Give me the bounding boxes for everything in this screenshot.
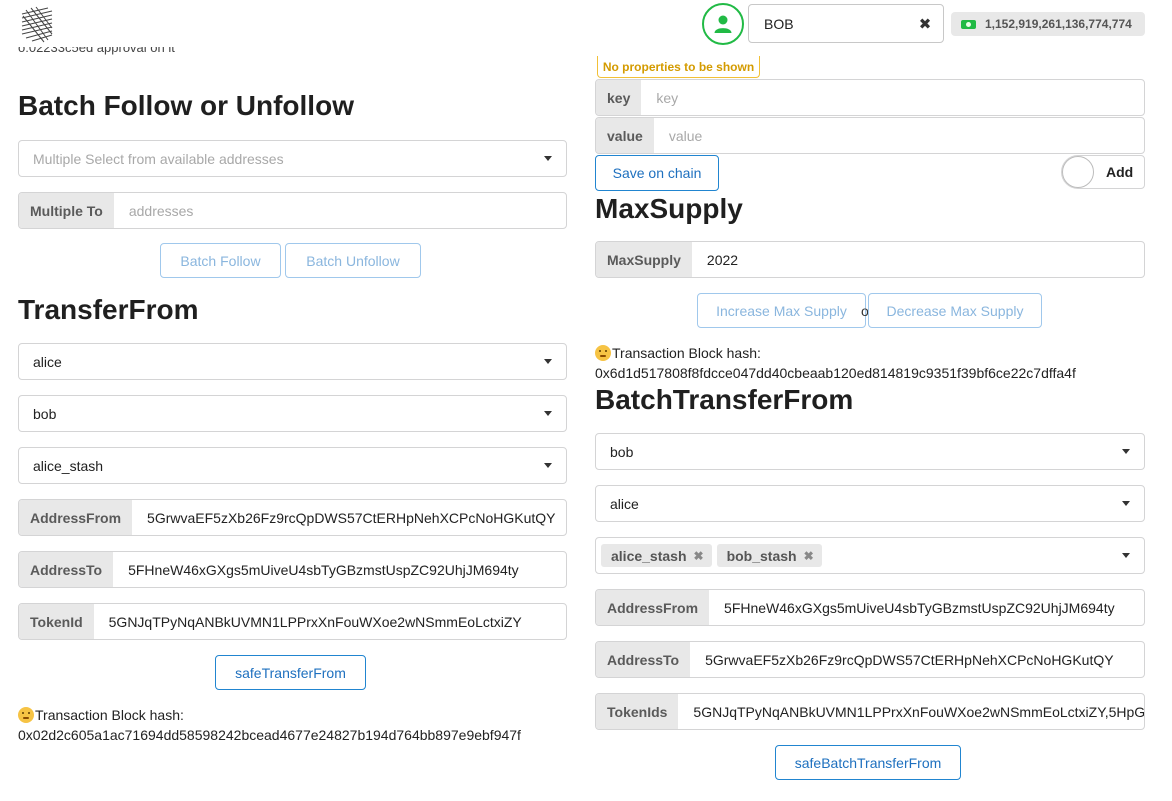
max-supply-hash-label: Transaction Block hash: <box>595 343 1155 363</box>
chevron-down-icon <box>1122 553 1130 558</box>
decrease-max-supply-button[interactable]: Decrease Max Supply <box>868 293 1042 328</box>
address-to-label: AddressTo <box>19 552 114 587</box>
select-value: alice <box>33 353 62 370</box>
wink-emoji-icon <box>18 707 34 723</box>
address-from-label: AddressFrom <box>19 500 133 535</box>
address-from-field: AddressFrom 5GrwvaEF5zXb26Fz9rcQpDWS57Ct… <box>18 499 567 536</box>
save-on-chain-button[interactable]: Save on chain <box>595 155 719 191</box>
multiple-to-input[interactable]: addresses <box>114 193 566 228</box>
logo-icon <box>21 6 53 43</box>
chevron-down-icon <box>544 156 552 161</box>
recipient-chip: bob_stash ✖ <box>716 544 822 567</box>
batch-address-from-label: AddressFrom <box>596 590 710 625</box>
multiple-to-field: Multiple To addresses <box>18 192 567 229</box>
money-icon <box>961 19 976 29</box>
max-supply-field: MaxSupply 2022 <box>595 241 1145 278</box>
app-logo[interactable] <box>18 4 56 44</box>
safe-batch-transfer-from-button[interactable]: safeBatchTransferFrom <box>775 745 961 780</box>
batch-recipients-multi-select[interactable]: alice_stash ✖ bob_stash ✖ <box>595 537 1145 574</box>
chevron-down-icon <box>544 359 552 364</box>
property-key-field: key key <box>595 79 1145 116</box>
token-ids-label: TokenIds <box>596 694 679 729</box>
token-id-field: TokenId 5GNJqTPyNqANBkUVMN1LPPrxXnFouWXo… <box>18 603 567 640</box>
batch-follow-button[interactable]: Batch Follow <box>160 243 281 278</box>
batch-transfer-from-title: BatchTransferFrom <box>595 384 854 415</box>
address-multi-select-placeholder: Multiple Select from available addresses <box>33 150 284 167</box>
max-supply-input[interactable]: 2022 <box>692 242 1144 277</box>
transfer-from-title: TransferFrom <box>18 294 199 325</box>
address-from-input[interactable]: 5GrwvaEF5zXb26Fz9rcQpDWS57CtERHpNehXCPcN… <box>132 500 566 535</box>
property-value-field: value value <box>595 117 1145 154</box>
token-ids-field: TokenIds 5GNJqTPyNqANBkUVMN1LPPrxXnFouWX… <box>595 693 1145 730</box>
batch-owner-select[interactable]: bob <box>595 433 1145 470</box>
balance-badge: 1,152,919,261,136,774,774 <box>951 12 1145 36</box>
max-supply-hash-value: 0x6d1d517808f8fdcce047dd40cbeaab120ed814… <box>595 365 1076 381</box>
user-icon <box>714 15 732 33</box>
chevron-down-icon <box>544 411 552 416</box>
token-id-input[interactable]: 5GNJqTPyNqANBkUVMN1LPPrxXnFouWXoe2wNSmmE… <box>94 604 566 639</box>
chevron-down-icon <box>1122 449 1130 454</box>
select-value: alice <box>610 495 639 512</box>
transfer-from-sender-select[interactable]: bob <box>18 395 567 432</box>
account-name: BOB <box>764 15 794 32</box>
key-label: key <box>596 80 642 115</box>
select-value: bob <box>33 405 57 422</box>
batch-address-to-input[interactable]: 5GrwvaEF5zXb26Fz9rcQpDWS57CtERHpNehXCPcN… <box>690 642 1144 677</box>
key-input[interactable]: key <box>641 80 1144 115</box>
wink-emoji-icon <box>595 345 611 361</box>
clear-account-icon[interactable]: ✖ <box>907 15 943 33</box>
add-toggle-label: Add <box>1106 164 1134 180</box>
transfer-hash-label: Transaction Block hash: <box>18 705 568 725</box>
batch-sender-select[interactable]: alice <box>595 485 1145 522</box>
batch-address-from-input[interactable]: 5FHneW46xGXgs5mUiveU4sbTyGBzmstUspZC92Uh… <box>709 590 1144 625</box>
account-select[interactable]: BOB ✖ <box>748 4 944 43</box>
toggle-knob <box>1062 156 1094 188</box>
chevron-down-icon <box>1122 501 1130 506</box>
address-to-input[interactable]: 5FHneW46xGXgs5mUiveU4sbTyGBzmstUspZC92Uh… <box>113 552 566 587</box>
no-properties-message: No properties to be shown <box>597 56 760 78</box>
batch-unfollow-button[interactable]: Batch Unfollow <box>285 243 421 278</box>
remove-chip-icon[interactable]: ✖ <box>804 549 814 563</box>
transfer-from-recipient-select[interactable]: alice_stash <box>18 447 567 484</box>
recipient-chip: alice_stash ✖ <box>601 544 712 567</box>
batch-address-from-field: AddressFrom 5FHneW46xGXgs5mUiveU4sbTyGBz… <box>595 589 1145 626</box>
chevron-down-icon <box>544 463 552 468</box>
select-value: bob <box>610 443 634 460</box>
value-label: value <box>596 118 654 153</box>
transfer-from-owner-select[interactable]: alice <box>18 343 567 380</box>
max-supply-label: MaxSupply <box>596 242 692 277</box>
value-input[interactable]: value <box>654 118 1144 153</box>
select-value: alice_stash <box>33 457 104 474</box>
batch-follow-title: Batch Follow or Unfollow <box>18 90 354 121</box>
balance-value: 1,152,919,261,136,774,774 <box>985 17 1132 31</box>
token-ids-input[interactable]: 5GNJqTPyNqANBkUVMN1LPPrxXnFouWXoe2wNSmmE… <box>678 694 1144 729</box>
multiple-to-label: Multiple To <box>19 193 114 228</box>
address-multi-select[interactable]: Multiple Select from available addresses <box>18 140 567 177</box>
token-id-label: TokenId <box>19 604 94 639</box>
max-supply-title: MaxSupply <box>595 193 743 224</box>
batch-address-to-label: AddressTo <box>596 642 691 677</box>
truncated-text: o:02233c5ed approval on it <box>18 47 175 55</box>
batch-address-to-field: AddressTo 5GrwvaEF5zXb26Fz9rcQpDWS57CtER… <box>595 641 1145 678</box>
safe-transfer-from-button[interactable]: safeTransferFrom <box>215 655 366 690</box>
increase-max-supply-button[interactable]: Increase Max Supply <box>697 293 866 328</box>
account-avatar-button[interactable] <box>702 3 744 45</box>
add-toggle[interactable]: Add <box>1061 155 1145 189</box>
remove-chip-icon[interactable]: ✖ <box>694 549 704 563</box>
transfer-hash-value: 0x02d2c605a1ac71694dd58598242bcead4677e2… <box>18 727 521 743</box>
address-to-field: AddressTo 5FHneW46xGXgs5mUiveU4sbTyGBzms… <box>18 551 567 588</box>
